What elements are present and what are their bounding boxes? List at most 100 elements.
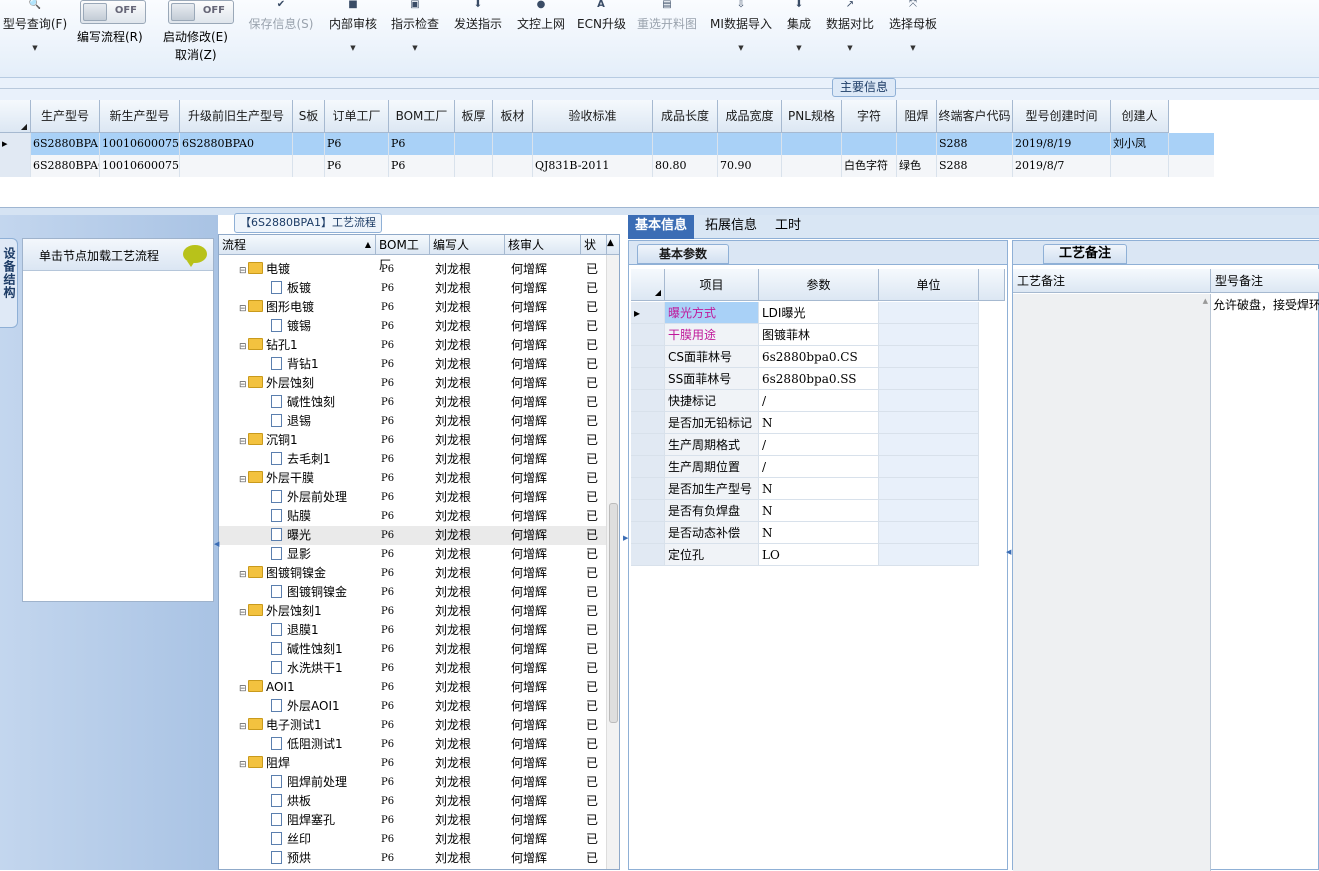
tree-node[interactable]: 贴膜 P6 刘龙根 何增辉 已	[219, 507, 607, 526]
row-indicator[interactable]	[631, 324, 665, 346]
param-value[interactable]: N	[759, 500, 879, 522]
data-compare-button[interactable]: ↗ 数据对比 ▼	[824, 0, 876, 78]
param-unit[interactable]	[879, 456, 979, 478]
param-row[interactable]: 是否动态补偿 N	[631, 522, 1007, 544]
col-item[interactable]: 项目	[665, 269, 759, 301]
table-cell[interactable]	[897, 133, 937, 155]
param-value[interactable]: LDI曝光	[759, 302, 879, 324]
tree-node[interactable]: 水洗烘干1 P6 刘龙根 何增辉 已	[219, 659, 607, 678]
param-value[interactable]: /	[759, 456, 879, 478]
col-header[interactable]: 创建人	[1111, 100, 1169, 133]
reselect-cutting-button[interactable]: ▤ 重选开料图	[636, 0, 698, 78]
param-row[interactable]: CS面菲林号 6s2880bpa0.CS	[631, 346, 1007, 368]
col-model-note[interactable]: 型号备注	[1211, 269, 1319, 293]
internal-review-button[interactable]: ■ 内部审核 ▼	[327, 0, 379, 78]
table-cell[interactable]	[293, 155, 325, 177]
tree-node[interactable]: ⊟ 外层干膜 P6 刘龙根 何增辉已	[219, 469, 607, 488]
param-unit[interactable]	[879, 478, 979, 500]
col-header[interactable]: 板厚	[455, 100, 493, 133]
param-unit[interactable]	[879, 302, 979, 324]
tree-col-bom[interactable]: BOM工厂	[376, 235, 430, 272]
param-unit[interactable]	[879, 324, 979, 346]
table-row[interactable]: 6S2880BPA010010600075339 P6P6 QJ831B-20118…	[0, 155, 1214, 177]
table-cell[interactable]: 80.80	[653, 155, 718, 177]
cancel-button[interactable]: 取消(Z)	[175, 46, 217, 63]
edit-flow-toggle[interactable]: OFF	[80, 0, 146, 24]
enable-modify-toggle[interactable]: OFF	[168, 0, 234, 24]
table-cell[interactable]: P6	[389, 155, 455, 177]
col-header[interactable]: PNL规格	[782, 100, 842, 133]
table-cell[interactable]: 10010600075339	[100, 133, 180, 155]
tree-node[interactable]: 去毛刺1 P6 刘龙根 何增辉 已	[219, 450, 607, 469]
tab-basic-info[interactable]: 基本信息	[628, 215, 695, 239]
table-cell[interactable]: 绿色	[897, 155, 937, 177]
param-row[interactable]: 生产周期位置 /	[631, 456, 1007, 478]
param-row[interactable]: 干膜用途 图镀菲林	[631, 324, 1007, 346]
table-cell[interactable]	[455, 155, 493, 177]
table-cell[interactable]: P6	[389, 133, 455, 155]
tree-node[interactable]: 碱性蚀刻 P6 刘龙根 何增辉 已	[219, 393, 607, 412]
table-cell[interactable]: 6S2880BPA0	[31, 155, 100, 177]
tree-node[interactable]: 外层AOI1 P6 刘龙根 何增辉 已	[219, 697, 607, 716]
col-header[interactable]: 终端客户代码	[937, 100, 1013, 133]
col-header[interactable]: 新生产型号	[100, 100, 180, 133]
tree-node[interactable]: 板镀 P6 刘龙根 何增辉 已	[219, 279, 607, 298]
param-value[interactable]: 6s2880bpa0.CS	[759, 346, 879, 368]
table-cell[interactable]: S288	[937, 155, 1013, 177]
select-mother-board-button[interactable]: ⤧ 选择母板 ▼	[887, 0, 939, 78]
tree-node[interactable]: 曝光 P6 刘龙根 何增辉 已	[219, 526, 607, 545]
tree-node[interactable]: 显影 P6 刘龙根 何增辉 已	[219, 545, 607, 564]
col-header[interactable]: 成品长度	[653, 100, 718, 133]
table-cell[interactable]: 2019/8/19	[1013, 133, 1111, 155]
tab-extended-info[interactable]: 拓展信息	[698, 215, 764, 239]
row-indicator[interactable]	[631, 456, 665, 478]
send-instruction-button[interactable]: ⬇ 发送指示	[452, 0, 504, 78]
ecn-upgrade-button[interactable]: A ECN升级	[577, 0, 626, 78]
row-indicator[interactable]	[631, 522, 665, 544]
param-value[interactable]: /	[759, 390, 879, 412]
tree-node[interactable]: 碱性蚀刻1 P6 刘龙根 何增辉 已	[219, 640, 607, 659]
param-row[interactable]: 是否加无铅标记 N	[631, 412, 1007, 434]
tree-node[interactable]: ⊟ 沉铜1 P6 刘龙根 何增辉已	[219, 431, 607, 450]
param-row[interactable]: 生产周期格式 /	[631, 434, 1007, 456]
table-cell[interactable]: 刘小凤	[1111, 133, 1169, 155]
basic-grid-corner[interactable]: ◢	[631, 269, 665, 301]
param-row[interactable]: 是否有负焊盘 N	[631, 500, 1007, 522]
table-cell[interactable]	[493, 133, 533, 155]
flow-load-header[interactable]: 单击节点加载工艺流程	[23, 239, 213, 271]
param-unit[interactable]	[879, 500, 979, 522]
table-cell[interactable]: S288	[937, 133, 1013, 155]
col-header[interactable]: 板材	[493, 100, 533, 133]
row-indicator[interactable]	[631, 544, 665, 566]
param-value[interactable]: 图镀菲林	[759, 324, 879, 346]
table-cell[interactable]: 白色字符	[842, 155, 897, 177]
table-cell[interactable]	[293, 133, 325, 155]
tree-node[interactable]: 烘板 P6 刘龙根 何增辉 已	[219, 792, 607, 811]
col-header[interactable]: BOM工厂	[389, 100, 455, 133]
row-indicator[interactable]: ▸	[0, 133, 31, 155]
param-value[interactable]: LO	[759, 544, 879, 566]
row-indicator[interactable]	[0, 155, 31, 177]
row-indicator[interactable]	[631, 478, 665, 500]
tree-node[interactable]: 阻焊塞孔 P6 刘龙根 何增辉 已	[219, 811, 607, 830]
equipment-structure-tab[interactable]: 设备结构	[0, 238, 18, 328]
grid-corner[interactable]: ◢	[0, 100, 31, 133]
table-cell[interactable]	[782, 155, 842, 177]
instruction-check-button[interactable]: ▣ 指示检查 ▼	[389, 0, 441, 78]
tree-node[interactable]: ⊟ 阻焊 P6 刘龙根 何增辉已	[219, 754, 607, 773]
tree-node[interactable]: 图镀铜镍金 P6 刘龙根 何增辉 已	[219, 583, 607, 602]
table-cell[interactable]	[180, 155, 293, 177]
table-row[interactable]: ▸6S2880BPA1100106000753396S2880BPA0 P6P6 S…	[0, 133, 1214, 155]
tree-node[interactable]: 背钻1 P6 刘龙根 何增辉 已	[219, 355, 607, 374]
table-cell[interactable]	[842, 133, 897, 155]
table-cell[interactable]: P6	[325, 155, 389, 177]
col-header[interactable]: 阻焊	[897, 100, 937, 133]
row-indicator[interactable]	[631, 412, 665, 434]
tree-node[interactable]: 预烘 P6 刘龙根 何增辉 已	[219, 849, 607, 868]
tree-col-flow[interactable]: 流程 ▲	[219, 235, 376, 255]
save-info-button[interactable]: ✔ 保存信息(S)	[246, 0, 316, 78]
col-header[interactable]: 验收标准	[533, 100, 653, 133]
row-indicator[interactable]	[631, 346, 665, 368]
param-value[interactable]: N	[759, 412, 879, 434]
tree-node[interactable]: ⊟ AOI1 P6 刘龙根 何增辉已	[219, 678, 607, 697]
